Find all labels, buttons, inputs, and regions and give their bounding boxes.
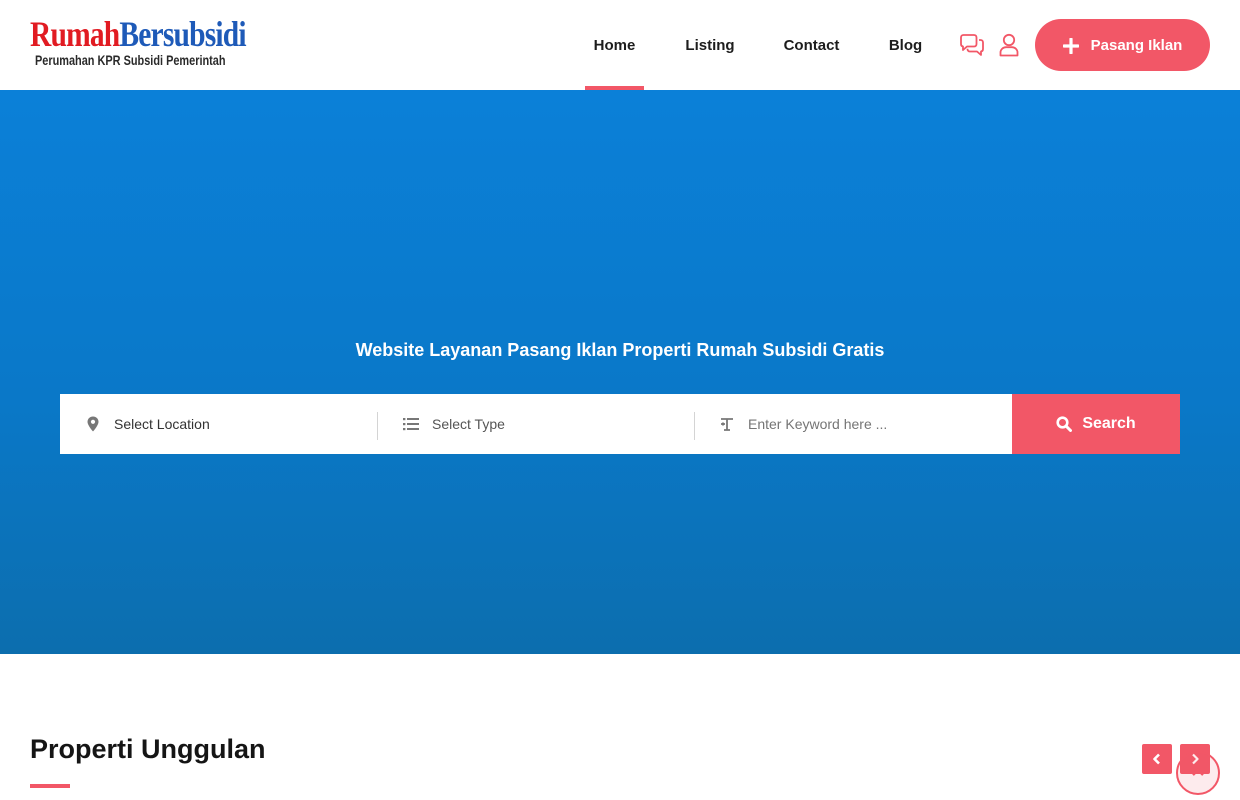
logo-part-bersubsidi: Bersubsidi	[119, 14, 246, 54]
field-divider	[694, 412, 695, 440]
hero-banner: Website Layanan Pasang Iklan Properti Ru…	[0, 90, 1240, 654]
chevron-left-icon	[1153, 753, 1160, 765]
post-ad-button[interactable]: Pasang Iklan	[1035, 19, 1210, 71]
site-logo[interactable]: RumahBersubsidi Perumahan KPR Subsidi Pe…	[30, 14, 247, 70]
keyword-input[interactable]	[718, 394, 1008, 454]
logo-part-rumah: Rumah	[30, 14, 120, 54]
search-bar: Select Location Select Type Search	[60, 394, 1180, 454]
text-size-icon	[718, 417, 736, 431]
search-icon	[1056, 416, 1073, 432]
chevron-up-icon	[1192, 768, 1204, 776]
chat-icon[interactable]	[959, 33, 985, 57]
hero-title: Website Layanan Pasang Iklan Properti Ru…	[355, 340, 885, 360]
post-ad-label: Pasang Iklan	[1090, 36, 1183, 54]
search-button-label: Search	[1082, 415, 1136, 432]
map-marker-icon	[84, 416, 102, 432]
nav-item-contact[interactable]: Contact	[776, 0, 847, 90]
nav-item-listing[interactable]: Listing	[679, 0, 741, 90]
location-select-label: Select Location	[114, 416, 210, 432]
plus-icon	[1062, 35, 1080, 55]
type-select[interactable]: Select Type	[402, 394, 692, 454]
nav-item-blog[interactable]: Blog	[883, 0, 928, 90]
user-icon[interactable]	[998, 33, 1020, 57]
logo-tagline: Perumahan KPR Subsidi Pemerintah	[35, 52, 226, 68]
section-title: Properti Unggulan	[30, 734, 266, 764]
search-button[interactable]: Search	[1012, 394, 1180, 454]
site-header: RumahBersubsidi Perumahan KPR Subsidi Pe…	[0, 0, 1240, 90]
nav-item-home[interactable]: Home	[585, 0, 644, 90]
field-divider	[377, 412, 378, 440]
type-select-label: Select Type	[432, 416, 505, 432]
list-icon	[402, 417, 420, 431]
carousel-prev-button[interactable]	[1142, 744, 1172, 774]
scroll-to-top-button[interactable]	[1176, 751, 1220, 795]
location-select[interactable]: Select Location	[84, 394, 374, 454]
section-title-underline	[30, 784, 70, 788]
keyword-text-field[interactable]	[748, 416, 988, 432]
logo-wordmark: RumahBersubsidi	[30, 14, 247, 54]
